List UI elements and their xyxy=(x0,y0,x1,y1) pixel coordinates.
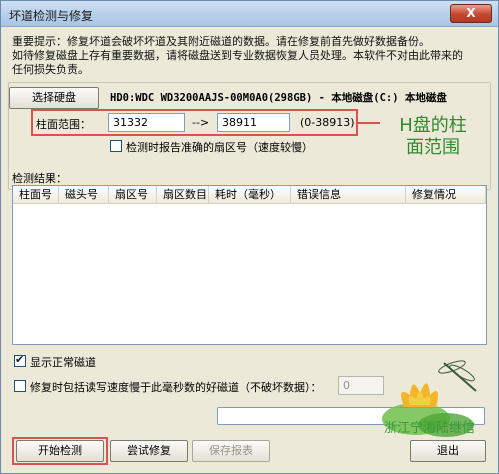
column-header[interactable]: 磁头号 xyxy=(59,186,109,204)
close-button[interactable]: X xyxy=(450,4,492,23)
column-header[interactable]: 修复情况 xyxy=(406,186,486,204)
include-slow-label: 修复时包括读写速度慢于此毫秒数的好磁道（不破坏数据）： xyxy=(30,381,322,394)
show-normal-label: 显示正常磁道 xyxy=(30,356,96,369)
annotation-line-2: 面范围 xyxy=(406,137,460,158)
exit-button[interactable]: 退出 xyxy=(410,440,486,462)
annotation-line-1: H盘的柱 xyxy=(399,115,467,136)
include-slow-checkbox[interactable] xyxy=(14,380,26,392)
show-normal-checkbox[interactable] xyxy=(14,353,26,367)
results-table[interactable]: 柱面号 磁头号 扇区号 扇区数目 耗时（毫秒） 错误信息 修复情况 xyxy=(12,185,487,345)
column-header[interactable]: 扇区号 xyxy=(109,186,157,204)
annotation-note: H盘的柱 面范围 xyxy=(378,115,488,159)
disk-info: HD0:WDC WD3200AAJS-00M0A0(298GB) - 本地磁盘(… xyxy=(110,92,447,104)
dialog-body: 重要提示：修复坏道会破坏坏道及其附近磁道的数据。请在修复前首先做好数据备份。 如… xyxy=(2,27,497,473)
save-report-button[interactable]: 保存报表 xyxy=(192,440,270,462)
try-repair-button[interactable]: 尝试修复 xyxy=(110,440,188,462)
notice-line-1: 重要提示：修复坏道会破坏坏道及其附近磁道的数据。请在修复前首先做好数据备份。 xyxy=(12,35,430,48)
column-header[interactable]: 耗时（毫秒） xyxy=(209,186,291,204)
precise-sector-label: 检测时报告准确的扇区号（速度较慢） xyxy=(126,141,313,154)
warning-notice: 重要提示：修复坏道会破坏坏道及其附近磁道的数据。请在修复前首先做好数据备份。 如… xyxy=(12,35,482,77)
results-header: 柱面号 磁头号 扇区号 扇区数目 耗时（毫秒） 错误信息 修复情况 xyxy=(13,186,486,204)
column-header[interactable]: 扇区数目 xyxy=(157,186,209,204)
select-disk-button[interactable]: 选择硬盘 xyxy=(9,87,99,109)
range-highlight-box xyxy=(31,109,358,136)
title-bar[interactable]: 坏道检测与修复 X xyxy=(1,1,498,27)
start-detection-button[interactable]: 开始检测 xyxy=(16,440,104,462)
notice-line-3: 任何损失负责。 xyxy=(12,63,89,76)
bad-sector-dialog: 坏道检测与修复 X 重要提示：修复坏道会破坏坏道及其附近磁道的数据。请在修复前首… xyxy=(0,0,499,474)
annotation-connector xyxy=(358,122,380,124)
watermark-text: 浙江宁海陆继信 xyxy=(384,421,476,436)
column-header[interactable]: 错误信息 xyxy=(291,186,406,204)
column-header[interactable]: 柱面号 xyxy=(13,186,59,204)
results-label: 检测结果： xyxy=(12,172,67,185)
window-title: 坏道检测与修复 xyxy=(9,9,94,23)
precise-sector-checkbox[interactable] xyxy=(110,140,122,152)
notice-line-2: 如待修复磁盘上存有重要数据，请将磁盘送到专业数据恢复人员处理。本软件不对由此带来… xyxy=(12,49,463,62)
